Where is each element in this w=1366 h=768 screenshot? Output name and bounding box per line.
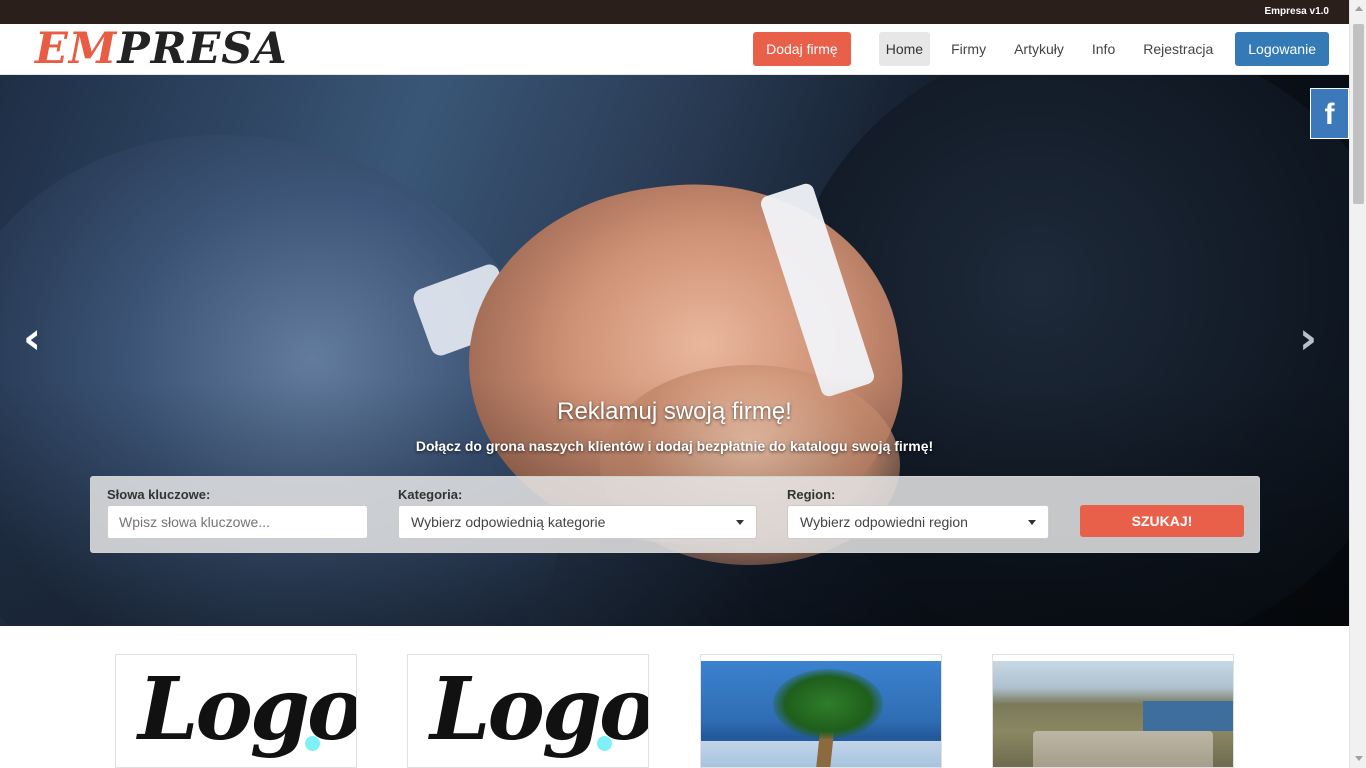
nav-item-home[interactable]: Home [878,32,931,66]
palm-image-leaves [773,669,883,739]
region-select[interactable]: Wybierz odpowiedni region [787,505,1049,539]
chevron-down-icon [1028,520,1036,525]
page-scrollbar[interactable] [1349,0,1366,768]
coast-image-bridge [1033,731,1213,767]
palm-tree-image [701,661,941,767]
main-nav: Dodaj firmę Home Firmy Artykuły Info Rej… [753,32,1329,66]
scrollbar-thumb[interactable] [1353,24,1364,204]
company-card[interactable] [700,654,942,768]
nav-item-rejestracja[interactable]: Rejestracja [1136,32,1220,66]
category-label: Kategoria: [398,487,463,502]
brand-logo[interactable]: EMPRESA [35,25,288,73]
coast-image-sea [1143,701,1233,731]
keywords-input[interactable] [107,505,368,539]
brand-logo-part2: PRESA [117,24,288,74]
add-company-button[interactable]: Dodaj firmę [753,32,851,66]
region-label: Region: [787,487,836,502]
company-logo: Logo [430,659,649,760]
category-select[interactable]: Wybierz odpowiednią kategorie [398,505,757,539]
search-button[interactable]: SZUKAJ! [1080,505,1244,537]
company-card[interactable]: Logo [407,654,649,768]
logo-dot [597,736,612,751]
top-bar: Empresa v1.0 [0,0,1349,24]
search-panel: Słowa kluczowe: Kategoria: Wybierz odpow… [90,476,1260,553]
hero-subtitle: Dołącz do grona naszych klientów i dodaj… [415,438,934,454]
nav-item-artykuly[interactable]: Artykuły [1007,32,1071,66]
login-button[interactable]: Logowanie [1235,32,1329,66]
region-select-value: Wybierz odpowiedni region [800,514,968,530]
scroll-up-icon[interactable] [1355,6,1363,11]
coast-bridge-image [993,661,1233,767]
navbar: EMPRESA Dodaj firmę Home Firmy Artykuły … [0,24,1349,75]
version-label: Empresa v1.0 [1264,6,1330,17]
company-card[interactable] [992,654,1234,768]
hero-title: Reklamuj swoją firmę! [557,398,792,425]
carousel-next-icon[interactable]: › [1299,317,1317,361]
brand-logo-part1: EM [35,24,118,74]
scroll-down-icon[interactable] [1355,756,1363,761]
category-select-value: Wybierz odpowiednią kategorie [411,514,606,530]
facebook-icon[interactable]: f [1310,88,1349,139]
carousel-prev-icon[interactable]: ‹ [23,317,41,361]
keywords-label: Słowa kluczowe: [107,487,211,502]
hero-carousel: ‹ › Reklamuj swoją firmę! Dołącz do gron… [0,75,1349,626]
logo-dot [305,736,320,751]
chevron-down-icon [736,520,744,525]
company-logo: Logo [138,659,357,760]
nav-item-firmy[interactable]: Firmy [944,32,993,66]
nav-item-info[interactable]: Info [1085,32,1122,66]
company-card[interactable]: Logo [115,654,357,768]
